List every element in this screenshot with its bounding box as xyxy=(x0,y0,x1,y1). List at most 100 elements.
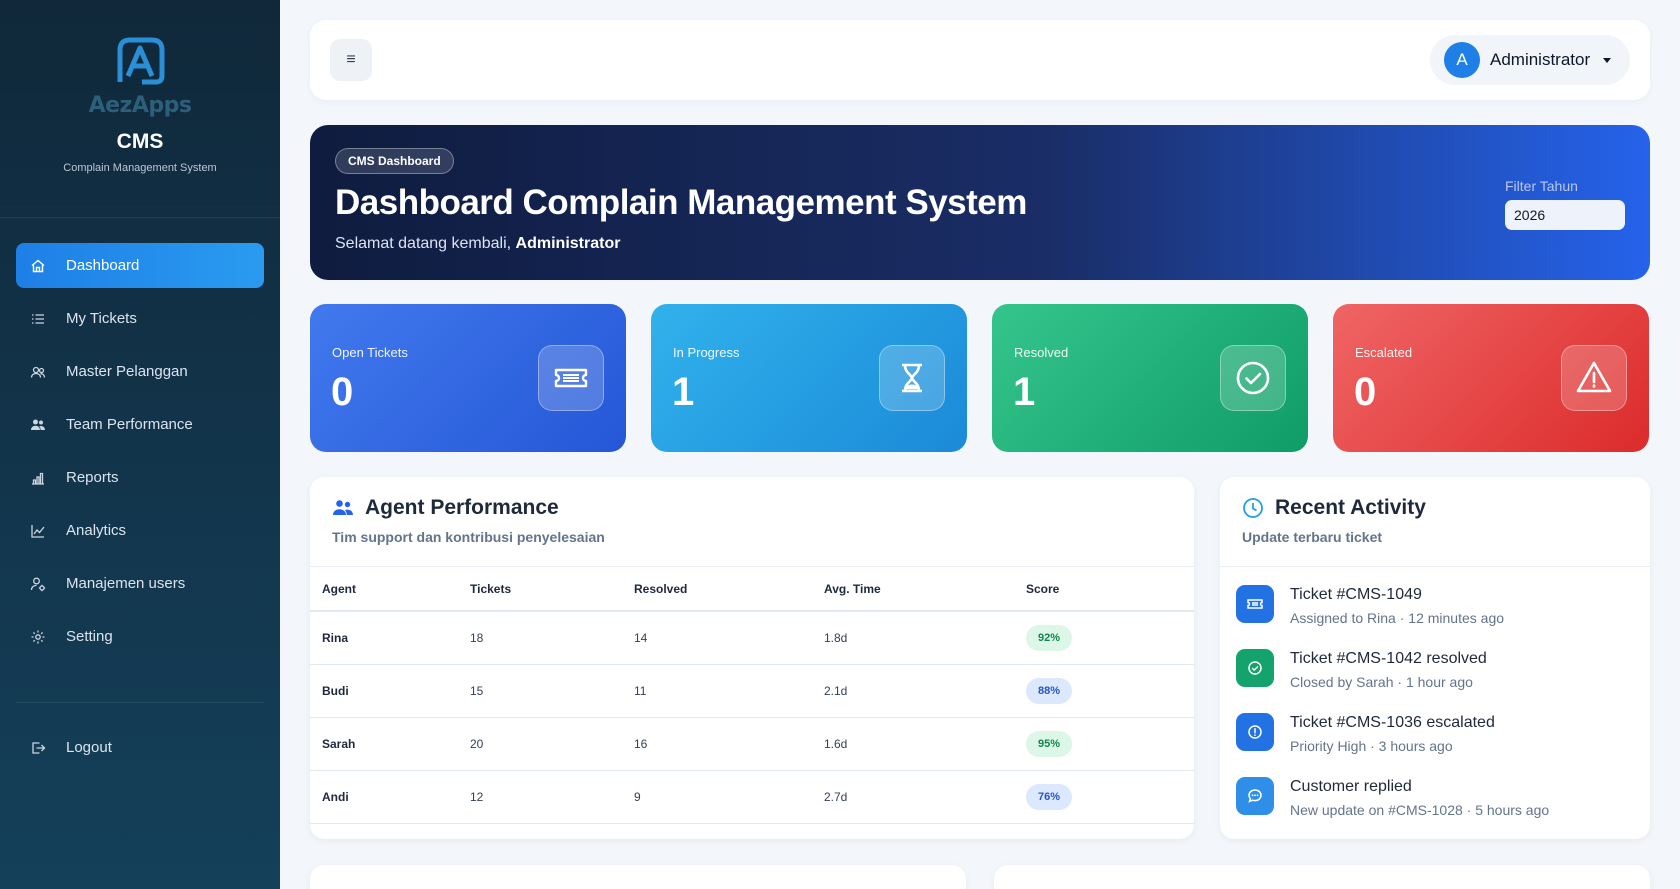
warning-icon xyxy=(1561,345,1627,411)
recent-activity-panel: Recent Activity Update terbaru ticket Ti… xyxy=(1220,477,1650,839)
topbar: ≡ A Administrator xyxy=(310,20,1650,100)
activity-meta: New update on #CMS-1028 · 5 hours ago xyxy=(1290,802,1550,818)
sidebar-item-label: Manajemen users xyxy=(66,575,186,592)
activity-text: Ticket #CMS-1036 escalated Priority High… xyxy=(1290,712,1495,776)
list-item[interactable]: Ticket #CMS-1036 escalated Priority High… xyxy=(1236,712,1650,776)
chat-icon xyxy=(1236,777,1274,815)
activity-title: Customer replied xyxy=(1290,778,1412,795)
home-icon xyxy=(31,259,45,272)
panel-subtitle: Update terbaru ticket xyxy=(1242,529,1383,545)
sidebar-item-master-pelanggan[interactable]: Master Pelanggan xyxy=(16,349,264,394)
avg-time: 1.6d xyxy=(812,717,1014,771)
resolved-count: 11 xyxy=(622,664,812,718)
sidebar: AezApps CMS Complain Management System D… xyxy=(0,0,280,889)
tickets-count: 18 xyxy=(458,611,622,665)
resolved-count: 16 xyxy=(622,717,812,771)
year-filter-label: Filter Tahun xyxy=(1505,178,1578,194)
brand: AezApps CMS Complain Management System xyxy=(0,0,280,218)
score-badge: 88% xyxy=(1026,677,1073,704)
activity-title: Ticket #CMS-1042 resolved xyxy=(1290,650,1487,667)
user-menu[interactable]: A Administrator xyxy=(1430,35,1630,85)
bottom-panel-right xyxy=(994,865,1650,889)
sidebar-item-my-tickets[interactable]: My Tickets xyxy=(16,296,264,341)
panel-title-text: Recent Activity xyxy=(1275,496,1426,519)
table-row[interactable]: Rina 18 14 1.8d 92% xyxy=(310,611,1194,665)
list-item[interactable]: Ticket #CMS-1049 Assigned to Rina · 12 m… xyxy=(1236,584,1650,648)
team-icon xyxy=(333,500,353,515)
stat-label: In Progress xyxy=(673,345,740,360)
sidebar-nav: Dashboard My Tickets Master Pelanggan Te… xyxy=(16,243,264,667)
avg-time: 2.7d xyxy=(812,770,1014,824)
logout-container: Logout xyxy=(16,725,264,778)
stat-value: 0 xyxy=(1354,370,1377,414)
table-header-row: Agent Tickets Resolved Avg. Time Score xyxy=(310,567,1194,612)
sidebar-item-label: My Tickets xyxy=(66,310,137,327)
stat-value: 1 xyxy=(1013,370,1036,414)
user-name: Administrator xyxy=(1490,50,1591,69)
table-row[interactable]: Andi 12 9 2.7d 76% xyxy=(310,770,1194,824)
panel-header: Recent Activity Update terbaru ticket xyxy=(1220,477,1650,567)
hero-banner: CMS Dashboard Dashboard Complain Managem… xyxy=(310,125,1650,280)
hero-badge: CMS Dashboard xyxy=(335,148,454,174)
agent-name: Budi xyxy=(310,664,458,718)
check-circle-icon xyxy=(1220,345,1286,411)
line-chart-icon xyxy=(31,524,45,538)
year-filter-input[interactable] xyxy=(1505,200,1625,230)
stat-card-open-tickets[interactable]: Open Tickets 0 xyxy=(310,304,626,452)
resolved-count: 14 xyxy=(622,611,812,665)
welcome-name: Administrator xyxy=(515,235,621,252)
panel-title: Agent Performance xyxy=(332,496,559,520)
column-header: Score xyxy=(1014,567,1194,612)
menu-toggle-button[interactable]: ≡ xyxy=(330,39,372,81)
activity-text: Ticket #CMS-1042 resolved Closed by Sara… xyxy=(1290,648,1487,712)
logout-button[interactable]: Logout xyxy=(16,725,264,770)
sidebar-item-label: Reports xyxy=(66,469,119,486)
logo-icon xyxy=(117,37,165,85)
sidebar-item-label: Team Performance xyxy=(66,416,193,433)
sidebar-item-label: Master Pelanggan xyxy=(66,363,188,380)
panel-header: Agent Performance Tim support dan kontri… xyxy=(310,477,1194,567)
agent-table: Agent Tickets Resolved Avg. Time Score R… xyxy=(310,567,1194,824)
column-header: Resolved xyxy=(622,567,812,612)
sidebar-item-reports[interactable]: Reports xyxy=(16,455,264,500)
list-item[interactable]: Customer replied New update on #CMS-1028… xyxy=(1236,776,1650,839)
list-icon xyxy=(32,313,44,324)
stat-card-escalated[interactable]: Escalated 0 xyxy=(1333,304,1649,452)
avatar: A xyxy=(1444,42,1480,78)
hourglass-icon xyxy=(879,345,945,411)
check-circle-icon xyxy=(1236,649,1274,687)
column-header: Agent xyxy=(310,567,458,612)
sidebar-item-manajemen-users[interactable]: Manajemen users xyxy=(16,561,264,606)
stat-card-resolved[interactable]: Resolved 1 xyxy=(992,304,1308,452)
sidebar-item-team-performance[interactable]: Team Performance xyxy=(16,402,264,447)
activity-text: Ticket #CMS-1049 Assigned to Rina · 12 m… xyxy=(1290,584,1504,648)
activity-meta: Assigned to Rina · 12 minutes ago xyxy=(1290,610,1505,626)
user-gear-icon xyxy=(30,577,46,591)
agent-name: Andi xyxy=(310,770,458,824)
panel-title-text: Agent Performance xyxy=(365,496,559,519)
score-cell: 92% xyxy=(1014,611,1194,665)
table-row[interactable]: Budi 15 11 2.1d 88% xyxy=(310,664,1194,718)
alert-circle-icon xyxy=(1236,713,1274,751)
score-cell: 95% xyxy=(1014,717,1194,771)
sidebar-item-setting[interactable]: Setting xyxy=(16,614,264,659)
stat-card-in-progress[interactable]: In Progress 1 xyxy=(651,304,967,452)
sidebar-item-dashboard[interactable]: Dashboard xyxy=(16,243,264,288)
avg-time: 2.1d xyxy=(812,664,1014,718)
ticket-icon xyxy=(1236,585,1274,623)
stat-value: 0 xyxy=(331,370,354,414)
panel-subtitle: Tim support dan kontribusi penyelesaian xyxy=(332,529,605,545)
clock-icon xyxy=(1243,498,1263,518)
sidebar-item-label: Analytics xyxy=(66,522,127,539)
list-item[interactable]: Ticket #CMS-1042 resolved Closed by Sara… xyxy=(1236,648,1650,712)
chevron-down-icon xyxy=(1603,57,1612,63)
table-row[interactable]: Sarah 20 16 1.6d 95% xyxy=(310,717,1194,771)
tickets-count: 20 xyxy=(458,717,622,771)
hamburger-icon: ≡ xyxy=(346,51,356,68)
app-subtitle: Complain Management System xyxy=(63,162,217,174)
score-cell: 88% xyxy=(1014,664,1194,718)
score-badge: 95% xyxy=(1026,730,1073,757)
logo-text: AezApps xyxy=(88,93,192,118)
sidebar-item-analytics[interactable]: Analytics xyxy=(16,508,264,553)
stat-label: Escalated xyxy=(1355,345,1413,360)
